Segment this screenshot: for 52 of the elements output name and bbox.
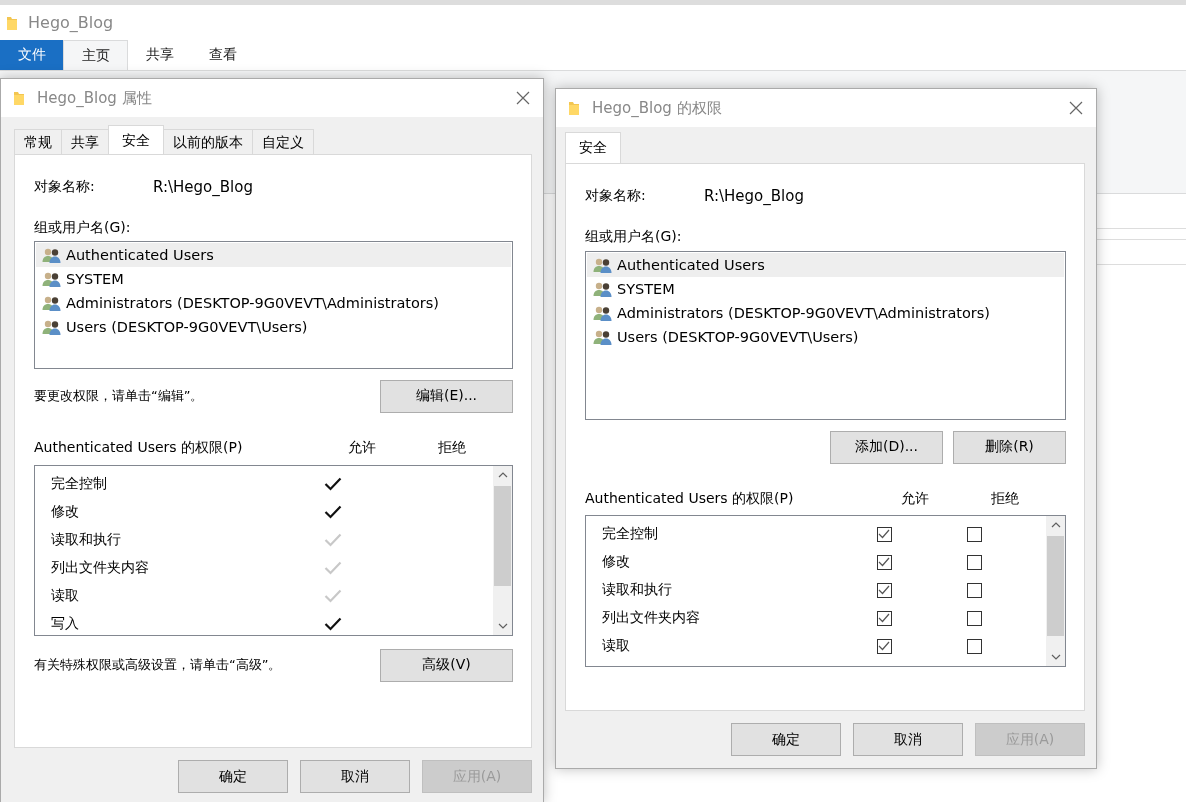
hint-text: 有关特殊权限或高级设置，请单击“高级”。	[34, 656, 282, 674]
permission-name: 完全控制	[601, 525, 659, 543]
permission-name: 修改	[601, 553, 631, 571]
file-tab[interactable]: 文件	[0, 40, 63, 70]
permission-name: 写入	[50, 615, 80, 633]
ribbon-tab[interactable]: 主页	[63, 40, 128, 70]
column-header: 允许	[347, 439, 377, 457]
permission-name: 列出文件夹内容	[50, 559, 150, 577]
dialog-button[interactable]: 确定	[731, 723, 841, 756]
list-item[interactable]: Users (DESKTOP-9G0VEVT\Users)	[587, 325, 1064, 349]
tab[interactable]: 自定义	[252, 129, 314, 154]
tab[interactable]: 安全	[565, 132, 621, 163]
list-item[interactable]: Administrators (DESKTOP-9G0VEVT\Administrators)	[587, 301, 1064, 325]
dialog-button[interactable]: 编辑(E)...	[380, 379, 513, 413]
field-label: 组或用户名(G):	[585, 228, 683, 246]
permission-name: 完全控制	[50, 475, 108, 493]
advanced-button[interactable]: 高级(V)	[380, 648, 513, 682]
list-item[interactable]: Administrators (DESKTOP-9G0VEVT\Administrators)	[36, 291, 511, 315]
window-title: Hego_Blog 属性	[37, 88, 153, 108]
dialog-button[interactable]: 删除(R)	[953, 430, 1066, 464]
field-label: 对象名称:	[585, 187, 647, 205]
dialog-button[interactable]: 确定	[178, 760, 288, 793]
permissions-label: Authenticated Users 的权限(P)	[585, 490, 795, 508]
window-title: Hego_Blog 的权限	[592, 98, 723, 118]
permission-name: 读取	[601, 637, 631, 655]
field-label: 组或用户名(G):	[34, 219, 132, 237]
list-item[interactable]: Authenticated Users	[36, 243, 511, 267]
permissions-label: Authenticated Users 的权限(P)	[34, 439, 244, 457]
permission-name: 修改	[50, 503, 80, 521]
ribbon-tab[interactable]: 共享	[128, 40, 191, 70]
permission-name: 读取	[50, 587, 80, 605]
column-header: 拒绝	[990, 490, 1020, 508]
window-title: Hego_Blog	[28, 13, 114, 32]
permission-name: 列出文件夹内容	[601, 609, 701, 627]
dialog-button[interactable]: 添加(D)...	[830, 430, 943, 464]
field-label: 对象名称:	[34, 178, 96, 196]
hint-text: 要更改权限，请单击“编辑”。	[34, 387, 204, 405]
tab[interactable]: 安全	[108, 125, 164, 154]
dialog-button[interactable]: 取消	[300, 760, 410, 793]
permission-name: 读取和执行	[601, 581, 673, 599]
object-name: R:\Hego_Blog	[704, 187, 804, 205]
list-item[interactable]: SYSTEM	[587, 277, 1064, 301]
tab[interactable]: 常规	[14, 129, 62, 154]
column-header: 允许	[900, 490, 930, 508]
permission-name: 读取和执行	[50, 531, 122, 549]
object-name: R:\Hego_Blog	[153, 178, 253, 196]
column-header: 拒绝	[437, 439, 467, 457]
list-item[interactable]: SYSTEM	[36, 267, 511, 291]
ribbon-tab[interactable]: 查看	[191, 40, 254, 70]
list-item[interactable]: Authenticated Users	[587, 253, 1064, 277]
dialog-button[interactable]: 取消	[853, 723, 963, 756]
list-item[interactable]: Users (DESKTOP-9G0VEVT\Users)	[36, 315, 511, 339]
